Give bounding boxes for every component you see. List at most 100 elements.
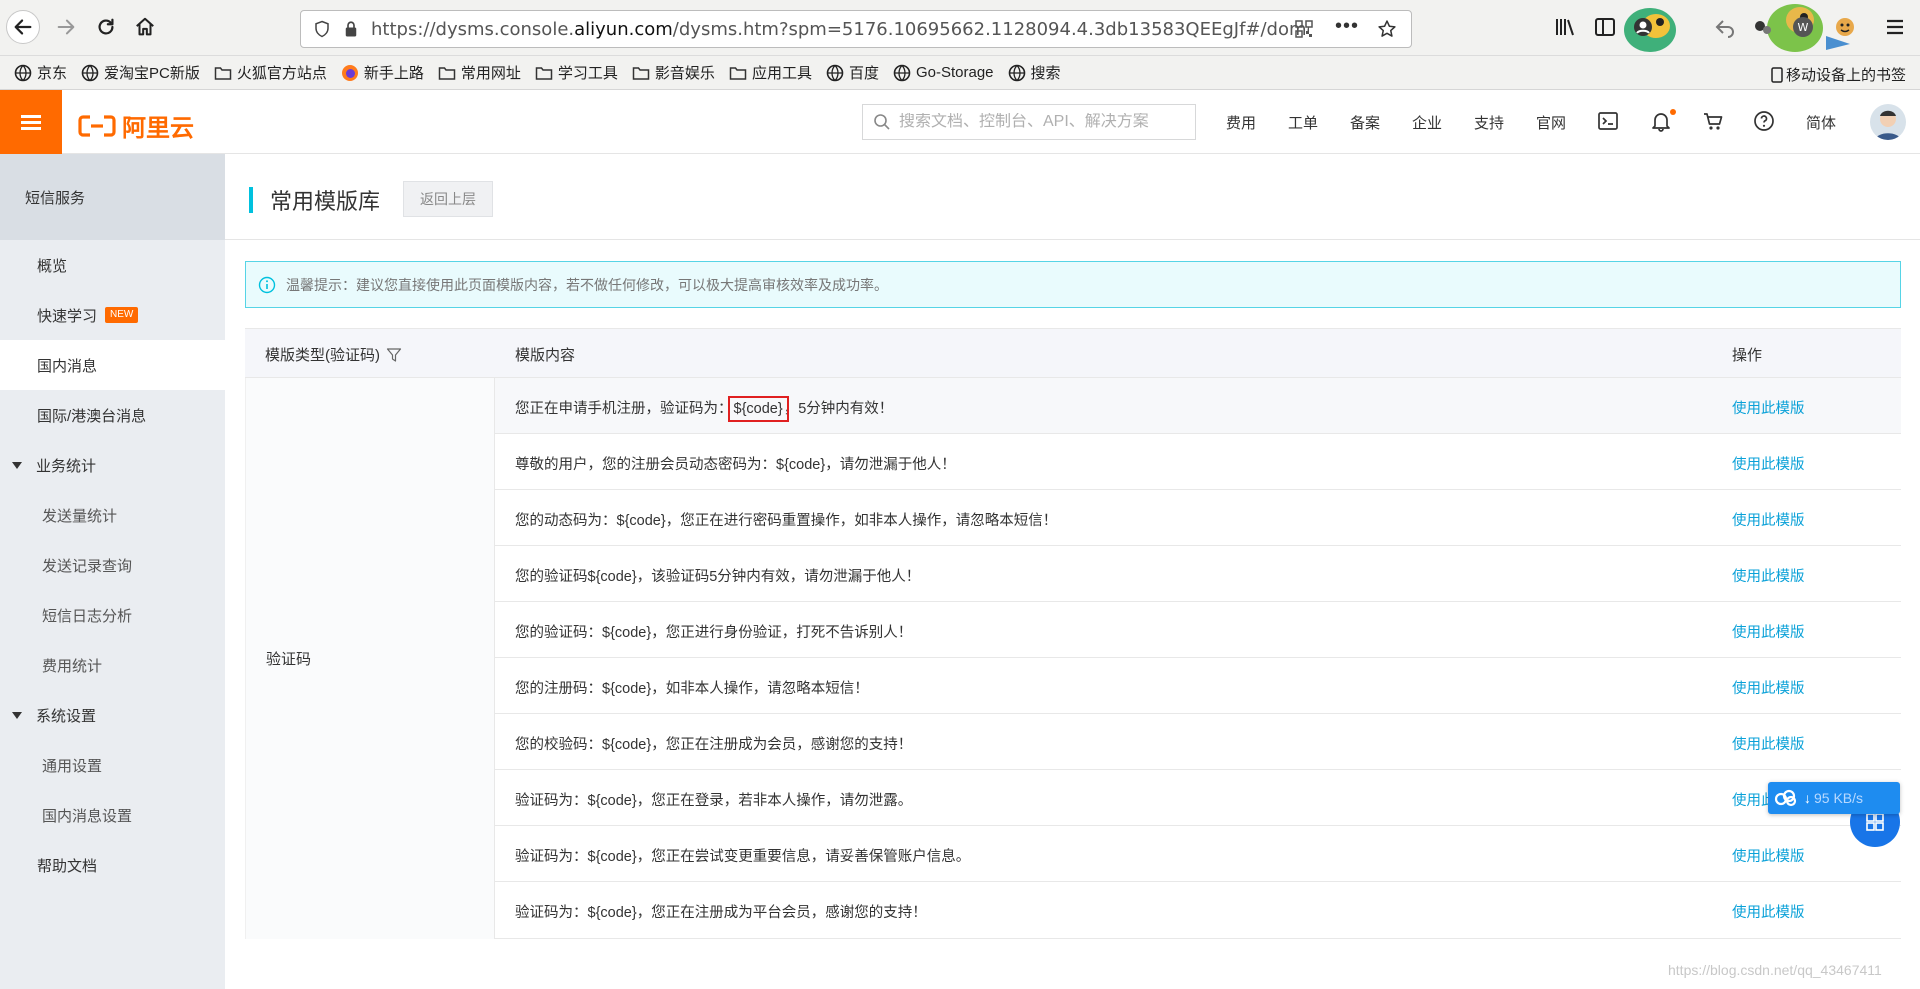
use-template-link[interactable]: 使用此模版 <box>1732 901 1805 922</box>
qr-code-icon[interactable] <box>1295 20 1313 38</box>
sidebar-item-send-volume[interactable]: 发送量统计 <box>0 490 225 540</box>
bookmark-folder[interactable]: 火狐官方站点 <box>214 62 327 83</box>
type-cell: 验证码 <box>245 378 495 939</box>
template-content: 尊敬的用户，您的注册会员动态密码为：${code}，请勿泄漏于他人！ <box>515 457 956 473</box>
bookmark-item[interactable]: 百度 <box>826 62 879 83</box>
lock-icon[interactable] <box>343 20 359 38</box>
forward-button[interactable] <box>49 10 83 44</box>
type-label: 验证码 <box>266 651 312 668</box>
template-content: 验证码为：${code}，您正在注册成为平台会员，感谢您的支持！ <box>515 905 927 921</box>
bell-icon[interactable] <box>1650 110 1672 132</box>
w-extension-icon[interactable]: W <box>1792 16 1814 38</box>
reload-button[interactable] <box>89 10 123 44</box>
language-switch[interactable]: 简体 <box>1806 112 1836 133</box>
url-text[interactable]: https://dysms.console.aliyun.com/dysms.h… <box>371 19 1309 40</box>
sidebar-item-international-messages[interactable]: 国际/港澳台消息 <box>0 390 225 440</box>
template-content: 您的注册码：${code}，如非本人操作，请忽略本短信！ <box>515 681 869 697</box>
sidebar-item-quick-learn[interactable]: 快速学习 NEW <box>0 290 225 340</box>
bookmark-item[interactable]: 京东 <box>14 62 67 83</box>
globe-icon <box>81 64 99 81</box>
bookmark-label: 百度 <box>848 65 879 82</box>
table-row: 验证码为：${code}，您正在注册成为平台会员，感谢您的支持！ 使用此模版 <box>495 882 1901 938</box>
sidebar-item-log-analysis[interactable]: 短信日志分析 <box>0 590 225 640</box>
sidebar-item-label: 费用统计 <box>42 657 103 675</box>
bookmark-label: 火狐官方站点 <box>236 65 327 82</box>
header-search[interactable] <box>862 104 1196 140</box>
use-template-link[interactable]: 使用此模版 <box>1732 565 1805 586</box>
sidebar-group-business-stats[interactable]: 业务统计 <box>0 440 225 490</box>
filter-icon[interactable] <box>386 347 402 363</box>
bookmark-label: 应用工具 <box>751 65 812 82</box>
sidebar-item-domestic-settings[interactable]: 国内消息设置 <box>0 790 225 840</box>
avatar[interactable] <box>1870 104 1906 140</box>
bookmark-star-icon[interactable] <box>1377 19 1397 39</box>
sidebar: 短信服务 概览 快速学习 NEW 国内消息 国际/港澳台消息 业务统计 发送量统计… <box>0 154 225 989</box>
home-button[interactable] <box>128 10 162 44</box>
bookmark-folder[interactable]: 应用工具 <box>729 62 812 83</box>
logo-text: 阿里云 <box>122 115 194 142</box>
use-template-link[interactable]: 使用此模版 <box>1732 621 1805 642</box>
sidebar-item-label: 发送记录查询 <box>42 557 133 575</box>
nav-enterprise[interactable]: 企业 <box>1412 112 1442 133</box>
help-icon[interactable] <box>1753 110 1775 132</box>
folder-icon <box>729 66 747 80</box>
url-suffix: /dysms.htm?spm=5176.10695662.1128094.4.3… <box>672 18 1309 40</box>
tip-text: 温馨提示：建议您直接使用此页面模版内容，若不做任何修改，可以极大提高审核效率及成… <box>286 276 888 293</box>
bookmark-folder[interactable]: 常用网址 <box>438 62 521 83</box>
caret-down-icon <box>12 711 22 719</box>
svg-text:W: W <box>1798 21 1809 34</box>
menu-icon[interactable] <box>1884 16 1906 38</box>
download-speed-widget[interactable]: ↓ 95 KB/s <box>1768 782 1900 814</box>
use-template-link[interactable]: 使用此模版 <box>1732 677 1805 698</box>
nav-ticket[interactable]: 工单 <box>1288 112 1318 133</box>
use-template-link[interactable]: 使用此模版 <box>1732 397 1805 418</box>
use-template-link[interactable]: 使用此模版 <box>1732 733 1805 754</box>
template-content: 您正在申请手机注册，验证码为：${code}，5分钟内有效！ <box>515 396 893 422</box>
sidebar-item-label: 概览 <box>37 257 68 275</box>
library-icon[interactable] <box>1554 16 1576 38</box>
mobile-bookmarks-label: 移动设备上的书签 <box>1785 67 1906 84</box>
bookmark-label: 常用网址 <box>460 65 521 82</box>
use-template-link[interactable]: 使用此模版 <box>1732 453 1805 474</box>
bookmark-label: 新手上路 <box>363 65 424 82</box>
sidebar-item-help-docs[interactable]: 帮助文档 <box>0 840 225 890</box>
url-bar[interactable]: https://dysms.console.aliyun.com/dysms.h… <box>300 10 1412 48</box>
sidebar-item-label: 国内消息设置 <box>42 807 133 825</box>
sidebar-item-cost-stats[interactable]: 费用统计 <box>0 640 225 690</box>
sidebar-item-send-records[interactable]: 发送记录查询 <box>0 540 225 590</box>
search-input[interactable] <box>899 113 1189 131</box>
shield-icon[interactable] <box>313 20 331 38</box>
aliyun-logo[interactable]: 阿里云 <box>78 108 194 143</box>
nav-official-site[interactable]: 官网 <box>1536 112 1566 133</box>
hamburger-menu-button[interactable] <box>0 90 62 154</box>
bookmark-item[interactable]: 爱淘宝PC新版 <box>81 62 200 83</box>
sidebar-item-general-settings[interactable]: 通用设置 <box>0 740 225 790</box>
bookmark-item[interactable]: Go-Storage <box>893 64 994 82</box>
more-actions-icon[interactable]: ••• <box>1335 15 1359 38</box>
account-icon[interactable] <box>1632 16 1654 38</box>
bookmark-folder[interactable]: 影音娱乐 <box>632 62 715 83</box>
sidebar-item-domestic-messages[interactable]: 国内消息 <box>0 340 225 390</box>
bookmark-item[interactable]: 新手上路 <box>341 62 424 83</box>
terminal-icon[interactable] <box>1597 110 1619 132</box>
nav-billing[interactable]: 费用 <box>1226 112 1256 133</box>
bookmark-folder[interactable]: 学习工具 <box>535 62 618 83</box>
cart-icon[interactable] <box>1702 110 1724 132</box>
back-to-parent-button[interactable]: 返回上层 <box>403 181 493 217</box>
sidebar-item-label: 国内消息 <box>37 357 98 375</box>
bookmark-item[interactable]: 搜索 <box>1008 62 1061 83</box>
sidebar-group-system-settings[interactable]: 系统设置 <box>0 690 225 740</box>
table-row: 尊敬的用户，您的注册会员动态密码为：${code}，请勿泄漏于他人！ 使用此模版 <box>495 434 1901 490</box>
mobile-bookmarks[interactable]: 移动设备上的书签 <box>1771 64 1906 85</box>
sidebar-item-overview[interactable]: 概览 <box>0 240 225 290</box>
use-template-link[interactable]: 使用此模版 <box>1732 509 1805 530</box>
highlighted-code-variable: ${code} <box>727 396 789 422</box>
extension-icon[interactable] <box>1752 16 1774 38</box>
nav-support[interactable]: 支持 <box>1474 112 1504 133</box>
use-template-link[interactable]: 使用此模版 <box>1732 845 1805 866</box>
table-row: 您的注册码：${code}，如非本人操作，请忽略本短信！ 使用此模版 <box>495 658 1901 714</box>
nav-icp-filing[interactable]: 备案 <box>1350 112 1380 133</box>
back-history-icon[interactable] <box>1714 16 1736 38</box>
emoji-extension-icon[interactable] <box>1834 16 1856 38</box>
back-button[interactable] <box>6 10 40 44</box>
